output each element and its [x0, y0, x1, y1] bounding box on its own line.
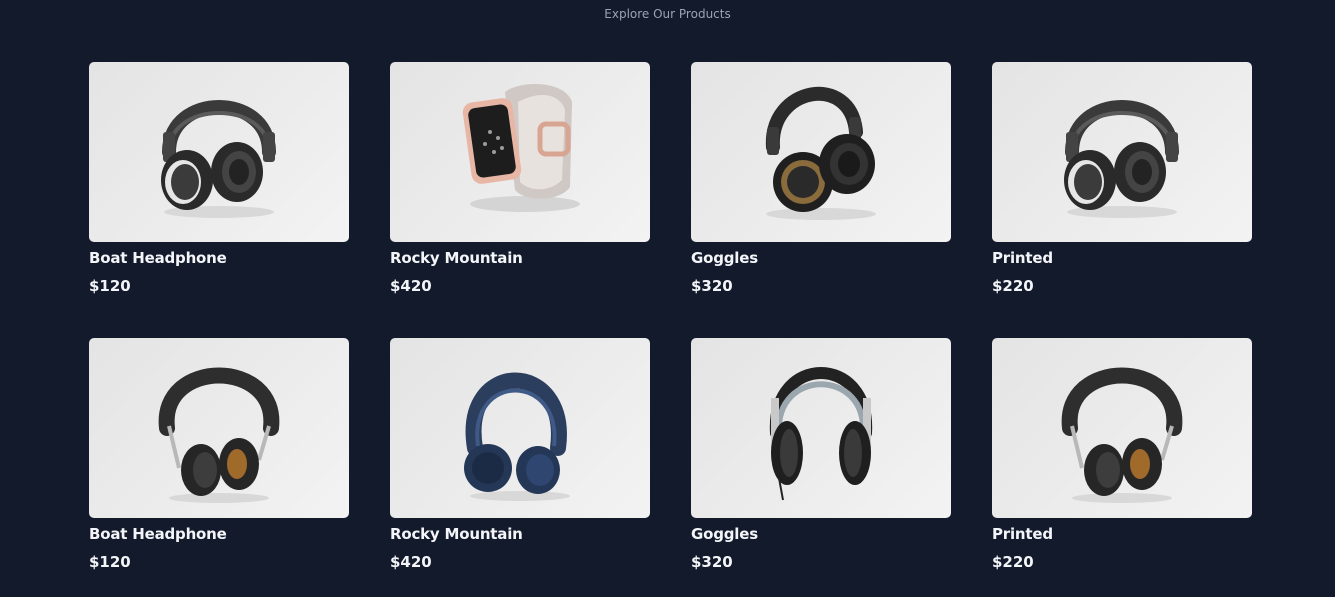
- product-card[interactable]: Boat Headphone $120: [89, 338, 349, 597]
- product-card[interactable]: Goggles $320: [691, 338, 951, 597]
- section-subtitle: Explore Our Products: [604, 7, 731, 21]
- product-card[interactable]: Rocky Mountain $420: [390, 62, 650, 338]
- product-image[interactable]: [390, 62, 650, 242]
- product-price: $320: [691, 277, 733, 295]
- product-name[interactable]: Goggles: [691, 248, 951, 268]
- product-price: $420: [390, 277, 432, 295]
- product-image[interactable]: [390, 338, 650, 518]
- product-image[interactable]: [691, 338, 951, 518]
- product-name[interactable]: Boat Headphone: [89, 248, 349, 268]
- product-card[interactable]: Printed $220: [992, 338, 1252, 597]
- headphones-black-icon: [1064, 100, 1179, 218]
- products-page: Explore Our Products Boat Headphone $120…: [0, 0, 1335, 597]
- product-name[interactable]: Rocky Mountain: [390, 524, 650, 544]
- headphones-navy-icon: [464, 372, 570, 501]
- product-name[interactable]: Printed: [992, 524, 1252, 544]
- product-price: $320: [691, 553, 733, 571]
- product-name[interactable]: Boat Headphone: [89, 524, 349, 544]
- product-image[interactable]: [691, 62, 951, 242]
- product-image[interactable]: [89, 62, 349, 242]
- product-name[interactable]: Goggles: [691, 524, 951, 544]
- product-price: $120: [89, 553, 131, 571]
- product-price: $220: [992, 553, 1034, 571]
- product-image[interactable]: [992, 62, 1252, 242]
- product-card[interactable]: Goggles $320: [691, 62, 951, 338]
- headphones-dj-silver-icon: [769, 367, 873, 501]
- headphones-bronze-icon: [765, 86, 876, 220]
- product-card[interactable]: Boat Headphone $120: [89, 62, 349, 338]
- product-price: $220: [992, 277, 1034, 295]
- headphones-black-icon: [161, 100, 276, 218]
- product-image[interactable]: [992, 338, 1252, 518]
- product-price: $420: [390, 553, 432, 571]
- product-price: $120: [89, 277, 131, 295]
- product-card[interactable]: Printed $220: [992, 62, 1252, 338]
- headphones-studio-icon: [1061, 367, 1183, 503]
- product-grid: Boat Headphone $120 Rocky Mountain $420 …: [89, 62, 1252, 597]
- smartwatch-rose-gold-icon: [462, 83, 580, 212]
- product-name[interactable]: Rocky Mountain: [390, 248, 650, 268]
- product-card[interactable]: Rocky Mountain $420: [390, 338, 650, 597]
- product-name[interactable]: Printed: [992, 248, 1252, 268]
- headphones-studio-icon: [158, 367, 280, 503]
- product-image[interactable]: [89, 338, 349, 518]
